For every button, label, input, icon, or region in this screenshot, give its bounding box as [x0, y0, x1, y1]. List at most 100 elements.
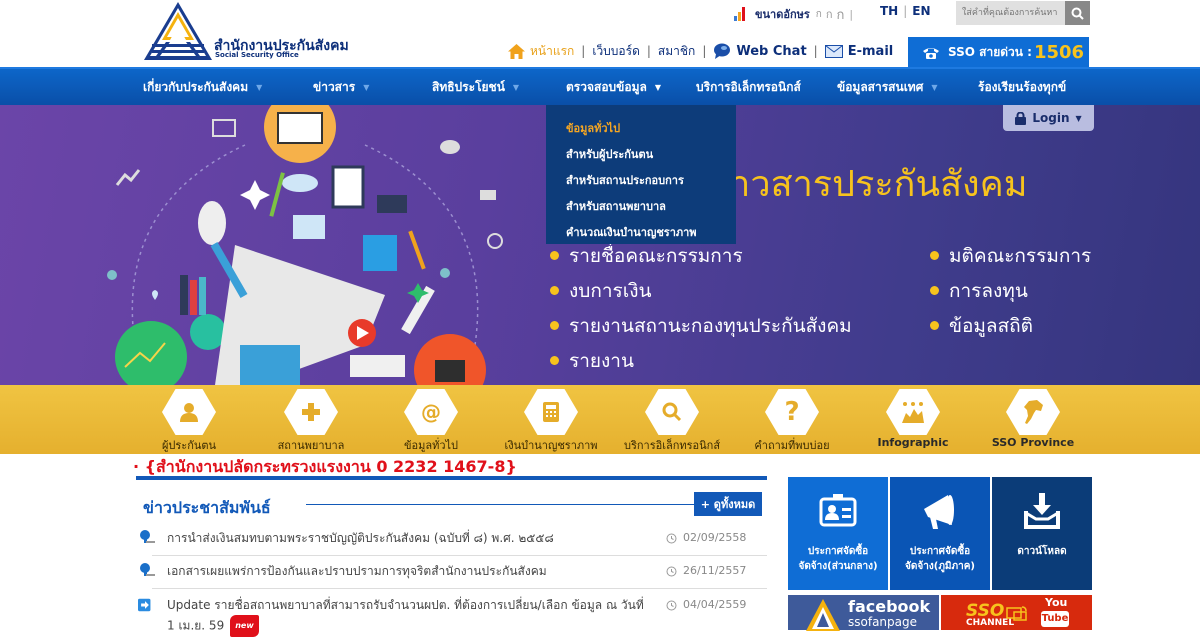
facebook-banner[interactable]: facebook ssofanpage [788, 595, 939, 631]
quick-link-label: คำถามที่พบบ่อย [754, 439, 830, 452]
nav-item-complaints[interactable]: ร้องเรียนร้องทุกข์ [978, 78, 1066, 97]
tile-procurement-central[interactable]: ประกาศจัดซื้อ จัดจ้าง(ส่วนกลาง) [788, 477, 888, 590]
nav-item-news[interactable]: ข่าวสาร ▼ [313, 78, 369, 97]
megaphone-icon [924, 495, 954, 529]
quick-link-infographic[interactable]: Infographic [848, 385, 978, 454]
home-link[interactable]: หน้าแรก [508, 42, 574, 61]
divider: | [581, 44, 586, 58]
nav-label: ตรวจสอบข้อมูล [566, 80, 647, 94]
font-size-small[interactable]: ก [816, 7, 822, 22]
sso-logo-icon [144, 2, 212, 60]
telephone-icon [923, 47, 939, 59]
quick-link-label: SSO Province [991, 436, 1075, 449]
caret-down-icon: ▼ [256, 83, 263, 92]
email-link[interactable]: E-mail [824, 43, 894, 59]
view-all-button[interactable]: + ดูทั้งหมด [694, 492, 762, 516]
envelope-icon [824, 44, 843, 58]
caret-down-icon: ▼ [363, 83, 370, 92]
nav-label: เกี่ยวกับประกันสังคม [143, 80, 249, 94]
hero-link-report[interactable]: รายงาน [550, 343, 852, 378]
search-icon [645, 389, 699, 435]
check-info-dropdown-menu: ข้อมูลทั่วไป สำหรับผู้ประกันตน สำหรับสถา… [546, 105, 736, 244]
thailand-map-icon [1006, 389, 1060, 435]
member-link[interactable]: สมาชิก [658, 42, 695, 61]
hero-link-fund-status-report[interactable]: รายงานสถานะกองทุนประกันสังคม [550, 308, 852, 343]
news-divider [136, 555, 767, 556]
font-size-label: ขนาดอักษร [755, 8, 810, 21]
web-chat-link[interactable]: Web Chat [713, 43, 807, 59]
caret-down-icon: ▼ [931, 83, 938, 92]
dropdown-item-insured[interactable]: สำหรับผู้ประกันตน [546, 141, 736, 167]
dropdown-item-pension-calculator[interactable]: คำนวณเงินบำนาญชราภาพ [546, 219, 736, 245]
main-nav: เกี่ยวกับประกันสังคม ▼ ข่าวสาร ▼ สิทธิปร… [0, 67, 1200, 105]
divider: | [813, 44, 818, 58]
nav-item-benefits[interactable]: สิทธิประโยชน์ ▼ [432, 78, 519, 97]
lang-th[interactable]: TH [880, 4, 898, 18]
quick-link-pension[interactable]: เงินบำนาญชราภาพ [486, 385, 616, 454]
tile-procurement-regional[interactable]: ประกาศจัดซื้อ จัดจ้าง(ภูมิภาค) [890, 477, 990, 590]
clock-icon [666, 600, 677, 610]
news-item-text: เอกสารเผยแพร่การป้องกันและปราบปรามการทุจ… [167, 564, 547, 578]
font-size-medium[interactable]: ก [826, 5, 833, 23]
nav-label: สิทธิประโยชน์ [432, 80, 505, 94]
chat-bubble-icon [714, 43, 731, 59]
facebook-subtitle: ssofanpage [848, 615, 917, 629]
lock-icon [1015, 111, 1027, 125]
infographic-icon [886, 389, 940, 435]
news-item-text: Update รายชื่อสถานพยาบาลที่สามารถรับจำนว… [167, 595, 647, 637]
email-label: E-mail [847, 43, 894, 59]
nav-label: ข้อมูลสารสนเทศ [837, 80, 924, 94]
nav-item-e-services[interactable]: บริการอิเล็กทรอนิกส์ [696, 78, 801, 97]
quick-link-insured[interactable]: ผู้ประกันตน [124, 385, 254, 454]
youtube-tube: Tube [1041, 611, 1069, 627]
quick-link-label: สถานพยาบาล [277, 439, 345, 452]
nav-item-information[interactable]: ข้อมูลสารสนเทศ ▼ [837, 78, 938, 97]
search-button[interactable] [1065, 1, 1090, 25]
calculator-icon [524, 389, 578, 435]
dropdown-item-hospital[interactable]: สำหรับสถานพยาบาล [546, 193, 736, 219]
nav-item-about[interactable]: เกี่ยวกับประกันสังคม ▼ [143, 78, 262, 97]
news-title: ข่าวประชาสัมพันธ์ [143, 498, 271, 517]
dropdown-item-general-info[interactable]: ข้อมูลทั่วไป [546, 115, 736, 141]
font-size-large[interactable]: ก [837, 4, 845, 25]
login-label: Login [1032, 111, 1070, 125]
divider [136, 476, 767, 480]
quick-link-e-services[interactable]: บริการอิเล็กทรอนิกส์ [607, 385, 737, 454]
header: สำนักงานประกันสังคม Social Security Offi… [0, 0, 1200, 68]
divider: | [702, 44, 707, 58]
new-badge: new [230, 615, 259, 637]
logo[interactable]: สำนักงานประกันสังคม Social Security Offi… [142, 0, 362, 62]
question-mark-icon: ? [765, 389, 819, 435]
hero-link-committee-resolutions[interactable]: มติคณะกรรมการ [930, 238, 1091, 273]
login-button[interactable]: Login ▼ [1003, 105, 1094, 131]
clock-icon [666, 566, 677, 576]
lang-en[interactable]: EN [912, 4, 930, 18]
megaphone-illustration [107, 105, 503, 385]
quick-link-general-info[interactable]: @ ข้อมูลทั่วไป [366, 385, 496, 454]
youtube-you: You [1045, 596, 1068, 609]
nav-label: บริการอิเล็กทรอนิกส์ [696, 80, 801, 94]
quick-link-sso-province[interactable]: SSO Province [968, 385, 1098, 454]
youtube-banner[interactable]: SSO CHANNEL You Tube [941, 595, 1092, 630]
quick-link-hospital[interactable]: สถานพยาบาล [246, 385, 376, 454]
web-chat-label: Web Chat [736, 43, 807, 59]
id-card-icon [819, 494, 857, 527]
logo-title-en: Social Security Office [215, 51, 299, 59]
quick-link-label: เงินบำนาญชราภาพ [504, 439, 598, 452]
hero-right-list: มติคณะกรรมการ การลงทุน ข้อมูลสถิติ [930, 238, 1091, 343]
news-item-date: 04/04/2559 [666, 595, 746, 615]
hero-left-list: รายชื่อคณะกรรมการ งบการเงิน รายงานสถานะก… [550, 238, 852, 378]
webboard-link[interactable]: เว็บบอร์ด [592, 42, 640, 61]
tile-download[interactable]: ดาวน์โหลด [992, 477, 1092, 590]
nav-item-check-info[interactable]: ตรวจสอบข้อมูล ▼ [566, 78, 661, 97]
hero-link-financial-statement[interactable]: งบการเงิน [550, 273, 852, 308]
quick-link-faq[interactable]: ? คำถามที่พบบ่อย [727, 385, 857, 454]
download-icon [1024, 493, 1060, 529]
medical-cross-icon [284, 389, 338, 435]
dropdown-item-employer[interactable]: สำหรับสถานประกอบการ [546, 167, 736, 193]
hotline-banner[interactable]: SSO สายด่วน : 1506 [908, 37, 1089, 68]
hero-link-investment[interactable]: การลงทุน [930, 273, 1091, 308]
nav-label: ร้องเรียนร้องทุกข์ [978, 80, 1067, 94]
hero-link-statistics[interactable]: ข้อมูลสถิติ [930, 308, 1091, 343]
search-input[interactable] [956, 1, 1065, 25]
